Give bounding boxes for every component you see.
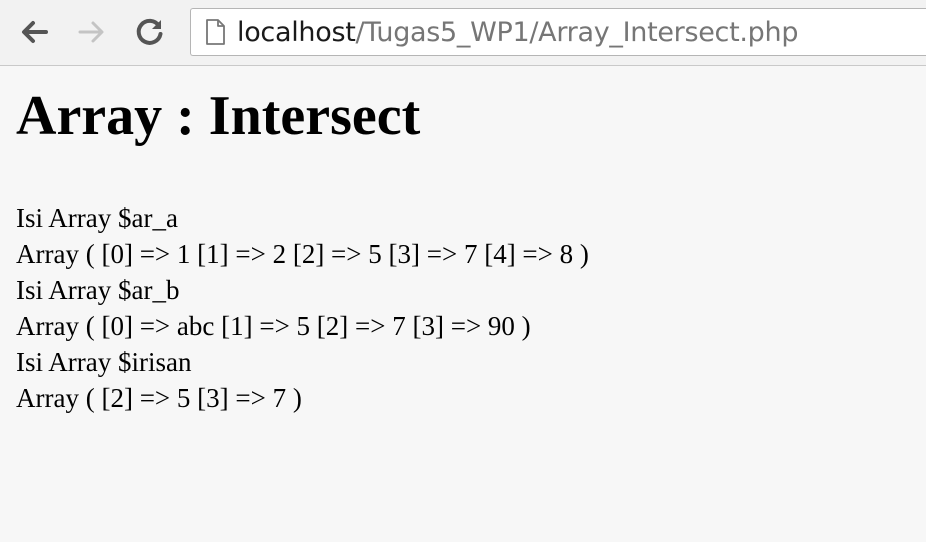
irisan-output: Array ( [2] => 5 [3] => 7 )	[16, 383, 302, 413]
address-bar[interactable]: localhost/Tugas5_WP1/Array_Intersect.php	[190, 8, 926, 56]
page-title: Array : Intersect	[16, 85, 421, 147]
ar-b-label: Isi Array $ar_b	[16, 275, 180, 305]
browser-toolbar: localhost/Tugas5_WP1/Array_Intersect.php	[0, 0, 926, 66]
ar-a-output: Array ( [0] => 1 [1] => 2 [2] => 5 [3] =…	[16, 239, 589, 269]
ar-a-label: Isi Array $ar_a	[16, 203, 178, 233]
ar-b-output: Array ( [0] => abc [1] => 5 [2] => 7 [3]…	[16, 311, 531, 341]
irisan-label: Isi Array $irisan	[16, 347, 192, 377]
page-icon	[203, 18, 227, 46]
back-button[interactable]	[16, 14, 52, 50]
url-host: localhost	[237, 16, 356, 48]
url-path: /Tugas5_WP1/Array_Intersect.php	[355, 16, 799, 48]
back-arrow-icon	[19, 19, 49, 45]
page-content: Array : Intersect Isi Array $ar_a Array …	[0, 66, 926, 542]
forward-arrow-icon	[77, 19, 107, 45]
output-lines: Isi Array $ar_a Array ( [0] => 1 [1] => …	[16, 200, 589, 416]
reload-icon	[135, 17, 165, 47]
reload-button[interactable]	[132, 14, 168, 50]
url-text[interactable]: localhost/Tugas5_WP1/Array_Intersect.php	[237, 17, 798, 48]
forward-button[interactable]	[74, 14, 110, 50]
